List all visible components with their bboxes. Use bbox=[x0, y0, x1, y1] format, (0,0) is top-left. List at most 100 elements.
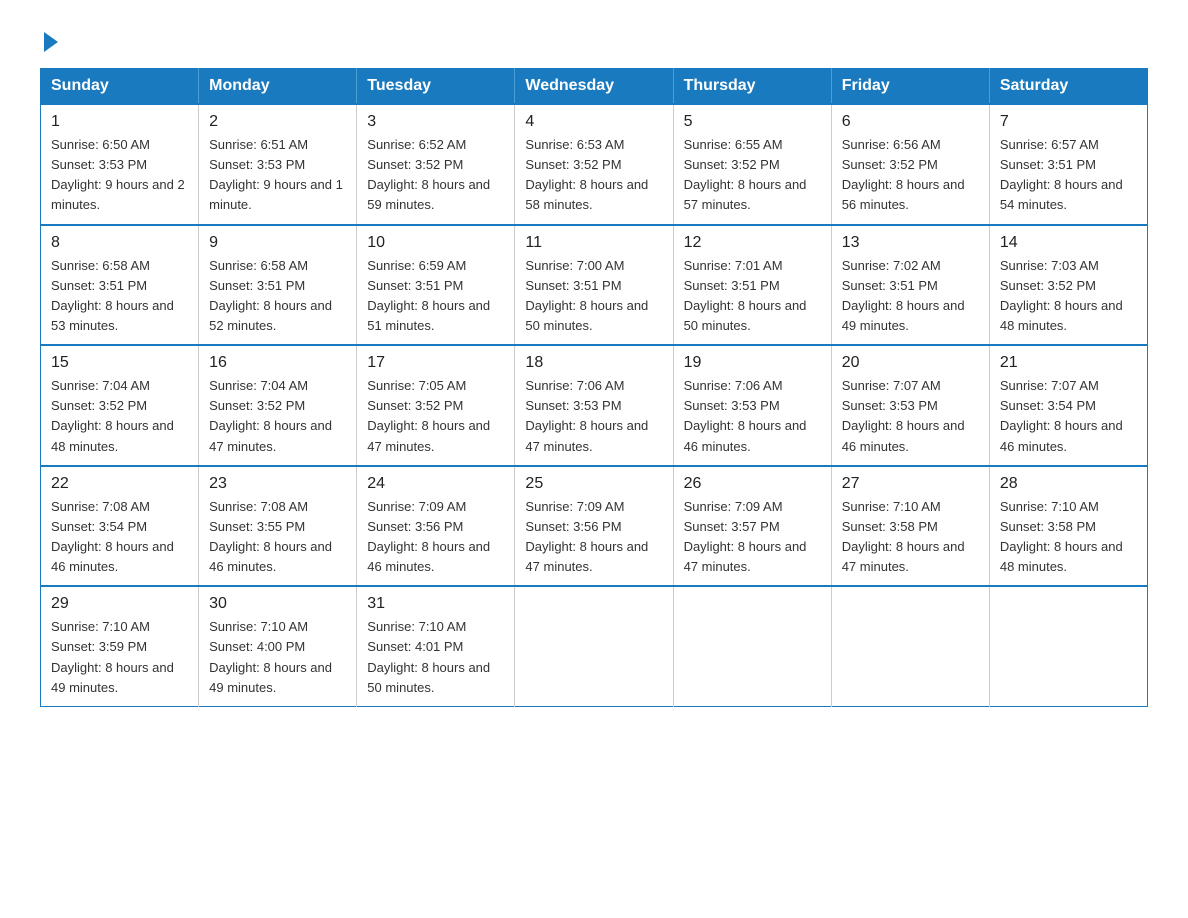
day-info: Sunrise: 6:57 AMSunset: 3:51 PMDaylight:… bbox=[1000, 135, 1137, 216]
day-number: 30 bbox=[209, 595, 346, 613]
day-number: 10 bbox=[367, 234, 504, 252]
column-header-saturday: Saturday bbox=[989, 69, 1147, 105]
calendar-cell bbox=[515, 586, 673, 706]
calendar-cell: 28 Sunrise: 7:10 AMSunset: 3:58 PMDaylig… bbox=[989, 466, 1147, 587]
day-info: Sunrise: 7:10 AMSunset: 3:59 PMDaylight:… bbox=[51, 617, 188, 698]
calendar-cell: 12 Sunrise: 7:01 AMSunset: 3:51 PMDaylig… bbox=[673, 225, 831, 346]
day-number: 29 bbox=[51, 595, 188, 613]
day-info: Sunrise: 7:08 AMSunset: 3:55 PMDaylight:… bbox=[209, 497, 346, 578]
day-info: Sunrise: 7:09 AMSunset: 3:56 PMDaylight:… bbox=[367, 497, 504, 578]
day-number: 9 bbox=[209, 234, 346, 252]
calendar-cell: 22 Sunrise: 7:08 AMSunset: 3:54 PMDaylig… bbox=[41, 466, 199, 587]
calendar-table: SundayMondayTuesdayWednesdayThursdayFrid… bbox=[40, 68, 1148, 707]
calendar-cell bbox=[673, 586, 831, 706]
day-info: Sunrise: 6:59 AMSunset: 3:51 PMDaylight:… bbox=[367, 256, 504, 337]
calendar-week-row: 15 Sunrise: 7:04 AMSunset: 3:52 PMDaylig… bbox=[41, 345, 1148, 466]
day-number: 5 bbox=[684, 113, 821, 131]
day-info: Sunrise: 6:58 AMSunset: 3:51 PMDaylight:… bbox=[51, 256, 188, 337]
calendar-cell: 20 Sunrise: 7:07 AMSunset: 3:53 PMDaylig… bbox=[831, 345, 989, 466]
column-header-thursday: Thursday bbox=[673, 69, 831, 105]
day-number: 8 bbox=[51, 234, 188, 252]
day-number: 14 bbox=[1000, 234, 1137, 252]
day-info: Sunrise: 6:55 AMSunset: 3:52 PMDaylight:… bbox=[684, 135, 821, 216]
day-number: 19 bbox=[684, 354, 821, 372]
day-info: Sunrise: 7:10 AMSunset: 3:58 PMDaylight:… bbox=[842, 497, 979, 578]
day-number: 17 bbox=[367, 354, 504, 372]
calendar-week-row: 1 Sunrise: 6:50 AMSunset: 3:53 PMDayligh… bbox=[41, 104, 1148, 225]
day-info: Sunrise: 7:04 AMSunset: 3:52 PMDaylight:… bbox=[51, 376, 188, 457]
calendar-cell: 31 Sunrise: 7:10 AMSunset: 4:01 PMDaylig… bbox=[357, 586, 515, 706]
calendar-cell: 11 Sunrise: 7:00 AMSunset: 3:51 PMDaylig… bbox=[515, 225, 673, 346]
day-number: 13 bbox=[842, 234, 979, 252]
calendar-cell: 8 Sunrise: 6:58 AMSunset: 3:51 PMDayligh… bbox=[41, 225, 199, 346]
calendar-cell: 6 Sunrise: 6:56 AMSunset: 3:52 PMDayligh… bbox=[831, 104, 989, 225]
day-info: Sunrise: 7:02 AMSunset: 3:51 PMDaylight:… bbox=[842, 256, 979, 337]
day-number: 28 bbox=[1000, 475, 1137, 493]
day-info: Sunrise: 7:09 AMSunset: 3:57 PMDaylight:… bbox=[684, 497, 821, 578]
day-info: Sunrise: 7:07 AMSunset: 3:53 PMDaylight:… bbox=[842, 376, 979, 457]
column-header-friday: Friday bbox=[831, 69, 989, 105]
day-info: Sunrise: 6:52 AMSunset: 3:52 PMDaylight:… bbox=[367, 135, 504, 216]
day-number: 24 bbox=[367, 475, 504, 493]
day-number: 15 bbox=[51, 354, 188, 372]
logo bbox=[40, 30, 58, 48]
day-info: Sunrise: 7:10 AMSunset: 3:58 PMDaylight:… bbox=[1000, 497, 1137, 578]
day-number: 31 bbox=[367, 595, 504, 613]
day-info: Sunrise: 7:10 AMSunset: 4:01 PMDaylight:… bbox=[367, 617, 504, 698]
calendar-cell: 18 Sunrise: 7:06 AMSunset: 3:53 PMDaylig… bbox=[515, 345, 673, 466]
day-info: Sunrise: 7:08 AMSunset: 3:54 PMDaylight:… bbox=[51, 497, 188, 578]
calendar-cell: 9 Sunrise: 6:58 AMSunset: 3:51 PMDayligh… bbox=[199, 225, 357, 346]
calendar-cell: 3 Sunrise: 6:52 AMSunset: 3:52 PMDayligh… bbox=[357, 104, 515, 225]
calendar-cell: 15 Sunrise: 7:04 AMSunset: 3:52 PMDaylig… bbox=[41, 345, 199, 466]
calendar-cell: 13 Sunrise: 7:02 AMSunset: 3:51 PMDaylig… bbox=[831, 225, 989, 346]
calendar-cell: 4 Sunrise: 6:53 AMSunset: 3:52 PMDayligh… bbox=[515, 104, 673, 225]
calendar-cell: 19 Sunrise: 7:06 AMSunset: 3:53 PMDaylig… bbox=[673, 345, 831, 466]
calendar-week-row: 8 Sunrise: 6:58 AMSunset: 3:51 PMDayligh… bbox=[41, 225, 1148, 346]
calendar-cell: 5 Sunrise: 6:55 AMSunset: 3:52 PMDayligh… bbox=[673, 104, 831, 225]
day-info: Sunrise: 7:05 AMSunset: 3:52 PMDaylight:… bbox=[367, 376, 504, 457]
calendar-cell: 17 Sunrise: 7:05 AMSunset: 3:52 PMDaylig… bbox=[357, 345, 515, 466]
day-info: Sunrise: 6:53 AMSunset: 3:52 PMDaylight:… bbox=[525, 135, 662, 216]
day-number: 7 bbox=[1000, 113, 1137, 131]
day-number: 2 bbox=[209, 113, 346, 131]
calendar-cell: 25 Sunrise: 7:09 AMSunset: 3:56 PMDaylig… bbox=[515, 466, 673, 587]
day-info: Sunrise: 7:01 AMSunset: 3:51 PMDaylight:… bbox=[684, 256, 821, 337]
day-number: 1 bbox=[51, 113, 188, 131]
calendar-cell: 30 Sunrise: 7:10 AMSunset: 4:00 PMDaylig… bbox=[199, 586, 357, 706]
day-info: Sunrise: 6:51 AMSunset: 3:53 PMDaylight:… bbox=[209, 135, 346, 216]
calendar-cell: 16 Sunrise: 7:04 AMSunset: 3:52 PMDaylig… bbox=[199, 345, 357, 466]
day-info: Sunrise: 6:58 AMSunset: 3:51 PMDaylight:… bbox=[209, 256, 346, 337]
calendar-cell: 24 Sunrise: 7:09 AMSunset: 3:56 PMDaylig… bbox=[357, 466, 515, 587]
calendar-week-row: 22 Sunrise: 7:08 AMSunset: 3:54 PMDaylig… bbox=[41, 466, 1148, 587]
day-info: Sunrise: 7:06 AMSunset: 3:53 PMDaylight:… bbox=[525, 376, 662, 457]
column-header-monday: Monday bbox=[199, 69, 357, 105]
calendar-cell: 14 Sunrise: 7:03 AMSunset: 3:52 PMDaylig… bbox=[989, 225, 1147, 346]
logo-arrow-icon bbox=[44, 32, 58, 52]
calendar-cell: 26 Sunrise: 7:09 AMSunset: 3:57 PMDaylig… bbox=[673, 466, 831, 587]
column-header-wednesday: Wednesday bbox=[515, 69, 673, 105]
calendar-cell: 10 Sunrise: 6:59 AMSunset: 3:51 PMDaylig… bbox=[357, 225, 515, 346]
page-header bbox=[40, 30, 1148, 48]
calendar-cell: 21 Sunrise: 7:07 AMSunset: 3:54 PMDaylig… bbox=[989, 345, 1147, 466]
day-number: 21 bbox=[1000, 354, 1137, 372]
day-number: 27 bbox=[842, 475, 979, 493]
calendar-cell: 23 Sunrise: 7:08 AMSunset: 3:55 PMDaylig… bbox=[199, 466, 357, 587]
day-number: 16 bbox=[209, 354, 346, 372]
column-header-sunday: Sunday bbox=[41, 69, 199, 105]
day-info: Sunrise: 6:56 AMSunset: 3:52 PMDaylight:… bbox=[842, 135, 979, 216]
day-number: 26 bbox=[684, 475, 821, 493]
day-info: Sunrise: 7:06 AMSunset: 3:53 PMDaylight:… bbox=[684, 376, 821, 457]
calendar-cell: 29 Sunrise: 7:10 AMSunset: 3:59 PMDaylig… bbox=[41, 586, 199, 706]
calendar-cell: 7 Sunrise: 6:57 AMSunset: 3:51 PMDayligh… bbox=[989, 104, 1147, 225]
day-number: 25 bbox=[525, 475, 662, 493]
day-info: Sunrise: 7:10 AMSunset: 4:00 PMDaylight:… bbox=[209, 617, 346, 698]
calendar-cell: 27 Sunrise: 7:10 AMSunset: 3:58 PMDaylig… bbox=[831, 466, 989, 587]
column-header-tuesday: Tuesday bbox=[357, 69, 515, 105]
day-info: Sunrise: 7:07 AMSunset: 3:54 PMDaylight:… bbox=[1000, 376, 1137, 457]
calendar-header-row: SundayMondayTuesdayWednesdayThursdayFrid… bbox=[41, 69, 1148, 105]
day-info: Sunrise: 7:04 AMSunset: 3:52 PMDaylight:… bbox=[209, 376, 346, 457]
day-number: 3 bbox=[367, 113, 504, 131]
calendar-cell bbox=[989, 586, 1147, 706]
day-number: 4 bbox=[525, 113, 662, 131]
day-info: Sunrise: 7:09 AMSunset: 3:56 PMDaylight:… bbox=[525, 497, 662, 578]
